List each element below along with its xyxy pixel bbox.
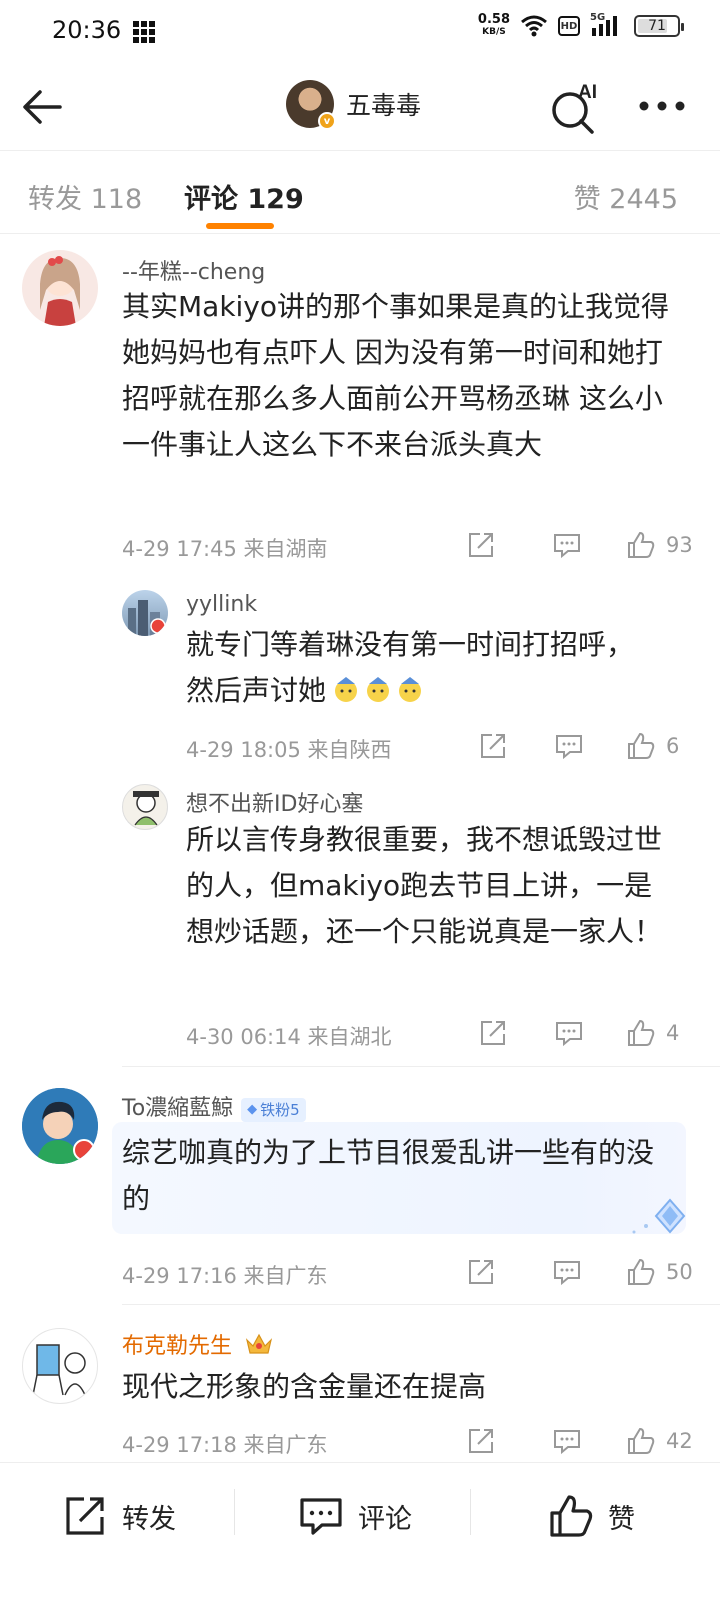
separator — [234, 1489, 235, 1535]
anime-girl-avatar-icon — [40, 256, 80, 326]
like-icon[interactable] — [626, 530, 656, 560]
status-bar: 20:36 0.58 KB/S HD 5G 71 — [0, 0, 720, 66]
comment-icon[interactable] — [554, 1018, 584, 1048]
like-count: 93 — [666, 533, 693, 557]
comment-icon[interactable] — [552, 1257, 582, 1287]
battery-indicator: 71 — [634, 15, 684, 37]
avatar[interactable] — [22, 1328, 98, 1404]
verified-badge-icon: v — [318, 112, 336, 130]
comment-text: 现代之形象的含金量还在提高 — [122, 1370, 487, 1403]
comment-icon[interactable] — [552, 530, 582, 560]
emoji-icon — [399, 677, 422, 702]
like-count: 6 — [666, 734, 680, 758]
crown-icon — [245, 1333, 273, 1354]
comment-text: 综艺咖真的为了上节目很爱乱讲一些有的没的 — [122, 1136, 655, 1215]
signal-indicator: 5G — [590, 12, 624, 38]
like-count: 4 — [666, 1021, 680, 1045]
avatar[interactable] — [22, 1088, 98, 1164]
comment-tabs: 转发 118 评论 129 赞 2445 — [0, 150, 720, 234]
more-icon[interactable] — [638, 100, 686, 112]
comment-username[interactable]: To濃縮藍鯨铁粉5 — [122, 1090, 306, 1122]
comment-username[interactable]: --年糕--cheng — [122, 254, 265, 286]
comment-meta: 4-29 17:45 来自湖南 — [122, 537, 328, 561]
emoji-icon — [367, 677, 390, 702]
share-icon[interactable] — [478, 731, 508, 761]
net-speed-unit: KB/S — [482, 27, 506, 37]
comment-button[interactable]: 评论 — [298, 1493, 412, 1539]
reply-text-wrap: 就专门等着琳没有第一时间打招呼，然后声讨她 — [186, 622, 656, 714]
ai-search-icon[interactable]: AI — [548, 80, 604, 136]
status-time: 20:36 — [52, 16, 122, 44]
avatar[interactable] — [122, 590, 168, 636]
reply-actions: 6 — [478, 731, 679, 761]
comment-icon[interactable] — [554, 731, 584, 761]
comment-icon — [300, 1498, 342, 1535]
reply-username[interactable]: 想不出新ID好心塞 — [186, 786, 363, 818]
repost-icon — [66, 1497, 104, 1535]
like-button[interactable]: 赞 — [548, 1493, 635, 1539]
avatar[interactable] — [22, 250, 98, 326]
like-icon — [550, 1495, 593, 1537]
like-count: 42 — [666, 1429, 693, 1453]
like-count: 50 — [666, 1260, 693, 1284]
tab-indicator — [206, 223, 274, 229]
fan-level-badge: 铁粉5 — [241, 1097, 306, 1122]
like-icon[interactable] — [626, 1426, 656, 1456]
share-icon[interactable] — [466, 530, 496, 560]
page-title: 五毒毒 — [346, 91, 422, 120]
emoji-icons — [331, 674, 425, 704]
repost-button[interactable]: 转发 — [62, 1493, 176, 1539]
city-avatar-icon — [128, 600, 166, 636]
separator — [470, 1489, 471, 1535]
tab-likes[interactable]: 赞 2445 — [574, 177, 678, 216]
comment-meta: 4-29 17:18 来自广东 — [122, 1433, 328, 1457]
wifi-icon — [521, 15, 547, 37]
net-speed-value: 0.58 — [477, 12, 510, 27]
share-icon[interactable] — [478, 1018, 508, 1048]
divider — [122, 1304, 720, 1305]
bottom-action-bar: 转发 评论 赞 — [0, 1462, 720, 1600]
net-speed: 0.58 KB/S — [477, 12, 510, 38]
reply-actions: 4 — [478, 1018, 679, 1048]
tab-comment[interactable]: 评论 129 — [184, 177, 304, 216]
like-icon[interactable] — [626, 1257, 656, 1287]
nav-bar: v 五毒毒 AI — [0, 66, 720, 148]
cartoon-boy-avatar-icon — [22, 1088, 98, 1164]
battery-level: 71 — [648, 18, 666, 34]
comment-icon[interactable] — [552, 1426, 582, 1456]
comment-label: 评论 — [358, 1503, 412, 1535]
avatar[interactable]: v — [286, 80, 336, 130]
cartoon-avatar-icon — [133, 791, 159, 826]
nav-user[interactable]: v 五毒毒 — [286, 80, 422, 130]
repost-label: 转发 — [122, 1503, 176, 1535]
like-icon[interactable] — [626, 1018, 656, 1048]
comment-text: 其实Makiyo讲的那个事如果是真的让我觉得她妈妈也有点吓人 因为没有第一时间和… — [122, 290, 670, 461]
emoji-icon — [335, 677, 358, 702]
tab-repost[interactable]: 转发 118 — [28, 177, 142, 216]
username-text[interactable]: To濃縮藍鯨 — [122, 1096, 233, 1121]
reply-meta: 4-29 18:05 来自陕西 — [186, 738, 392, 762]
reply-text: 所以言传身教很重要，我不想诋毁过世的人，但makiyo跑去节目上讲，一是想炒话题… — [186, 823, 663, 948]
share-icon[interactable] — [466, 1426, 496, 1456]
back-arrow-icon[interactable] — [20, 84, 66, 130]
comment-username[interactable]: 布克勒先生 — [122, 1328, 273, 1360]
share-icon[interactable] — [466, 1257, 496, 1287]
reply-username[interactable]: yyllink — [186, 592, 257, 617]
status-indicators: 0.58 KB/S HD 5G 71 — [477, 12, 684, 38]
like-icon[interactable] — [626, 731, 656, 761]
avatar[interactable] — [122, 784, 168, 830]
comment-actions: 93 — [466, 530, 693, 560]
comment-actions: 42 — [466, 1426, 693, 1456]
grid-icon — [133, 21, 155, 43]
painter-avatar-icon — [32, 1344, 86, 1396]
like-label: 赞 — [608, 1503, 635, 1535]
divider — [122, 1066, 720, 1067]
username-text[interactable]: 布克勒先生 — [122, 1334, 232, 1359]
ai-label: AI — [578, 82, 597, 103]
comment-meta: 4-29 17:16 来自广东 — [122, 1264, 328, 1288]
reply-meta: 4-30 06:14 来自湖北 — [186, 1025, 392, 1049]
signal-icon — [592, 16, 617, 36]
hd-badge: HD — [558, 16, 580, 36]
comment-actions: 50 — [466, 1257, 693, 1287]
